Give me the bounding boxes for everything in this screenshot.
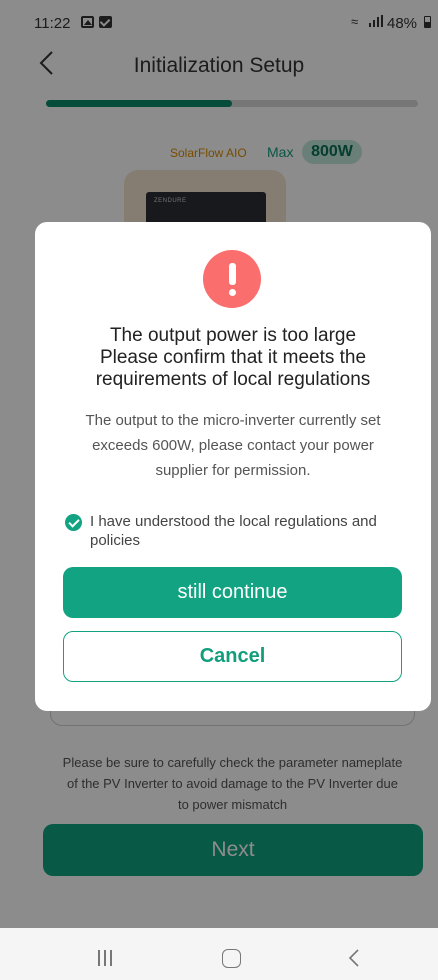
still-continue-button[interactable]: still continue	[63, 567, 402, 618]
recent-apps-icon[interactable]	[98, 950, 114, 966]
power-warning-dialog: The output power is too large Please con…	[35, 222, 431, 711]
system-back-icon[interactable]	[348, 948, 360, 968]
home-icon[interactable]	[222, 949, 241, 968]
cancel-button[interactable]: Cancel	[63, 631, 402, 682]
dialog-title-line: requirements of local regulations	[95, 369, 371, 390]
dialog-title-line: Please confirm that it meets the	[99, 347, 367, 368]
agreement-text: I have understood the local regulations …	[90, 513, 377, 549]
checkmark-circle-icon[interactable]	[65, 514, 82, 531]
exclamation-icon	[203, 250, 261, 308]
dialog-message: The output to the micro-inverter current…	[85, 412, 381, 479]
initialization-setup-screen: 11:22 ≈ 48% Initialization Setup SolarFl…	[0, 0, 438, 980]
dialog-title: The output power is too large Please con…	[45, 325, 421, 391]
system-navigation-bar	[0, 928, 438, 980]
dialog-title-line: The output power is too large	[109, 325, 357, 346]
